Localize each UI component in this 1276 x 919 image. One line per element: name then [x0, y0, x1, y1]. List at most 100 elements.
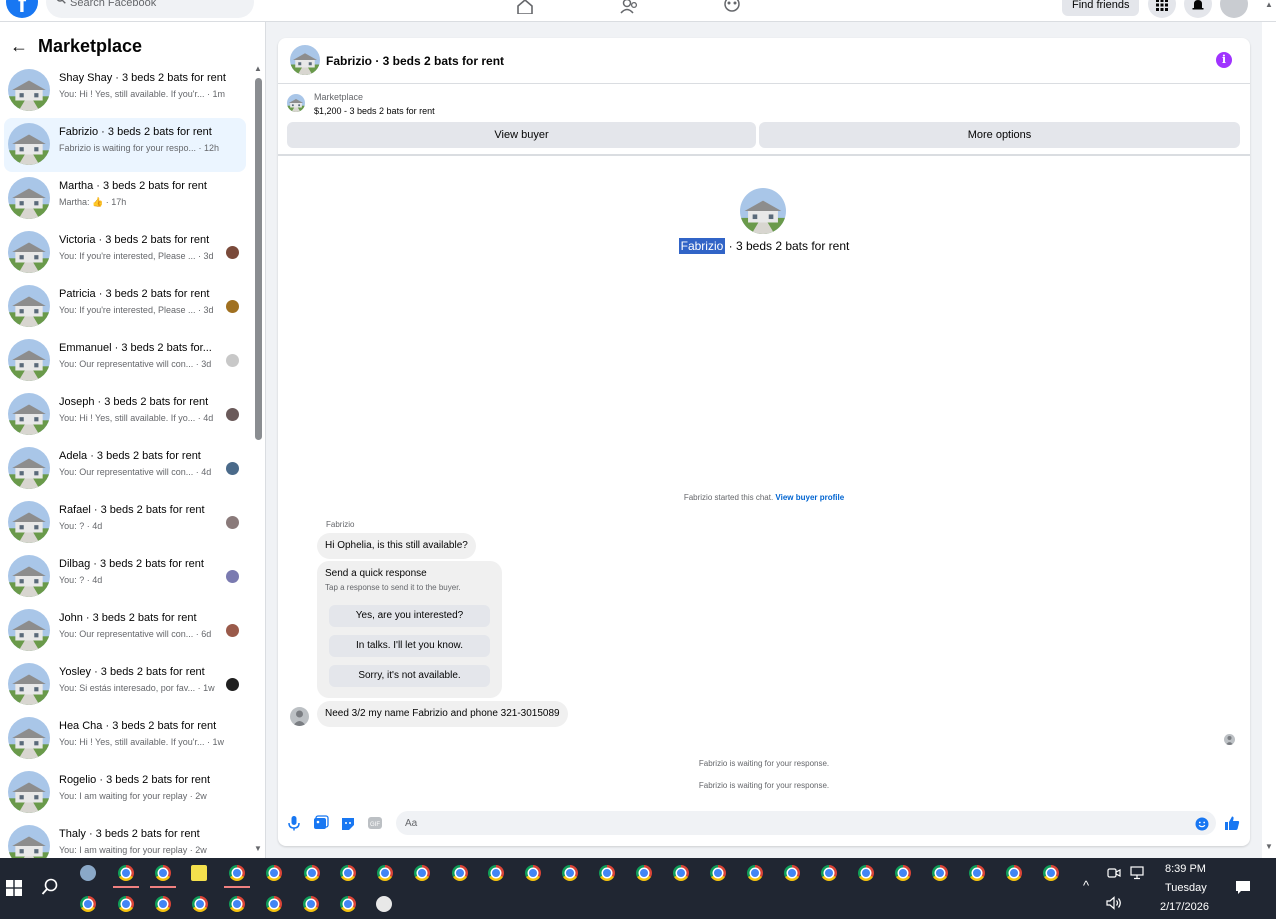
conversation-item[interactable]: John · 3 beds 2 bats for rent You: Our re…	[4, 604, 246, 658]
chrome-app-icon[interactable]	[266, 865, 282, 881]
conversation-name: Rogelio · 3 beds 2 bats for rent	[59, 774, 211, 786]
find-friends-button[interactable]: Find friends	[1062, 0, 1140, 16]
network-icon[interactable]	[1130, 866, 1146, 880]
scroll-thumb[interactable]	[255, 78, 262, 440]
page-scrollbar[interactable]: ▲ ▼	[1262, 0, 1276, 858]
listing-banner: Marketplace $1,200 - 3 beds 2 bats for r…	[278, 86, 1250, 156]
chrome-app-icon[interactable]	[969, 865, 985, 881]
chrome-app-icon[interactable]	[932, 865, 948, 881]
chrome-app-icon[interactable]	[229, 896, 245, 912]
quick-reply-interested[interactable]: Yes, are you interested?	[329, 605, 490, 627]
more-options-button[interactable]: More options	[759, 122, 1240, 148]
chrome-app-icon[interactable]	[710, 865, 726, 881]
chrome-app-icon[interactable]	[895, 865, 911, 881]
conversation-item[interactable]: Joseph · 3 beds 2 bats for rent You: Hi !…	[4, 388, 246, 442]
thumbs-up-icon[interactable]	[1224, 815, 1240, 831]
steam-app-icon[interactable]	[376, 896, 392, 912]
message-input[interactable]: Aa	[396, 811, 1216, 835]
conversation-item[interactable]: Rafael · 3 beds 2 bats for rent You: ? · …	[4, 496, 246, 550]
chrome-app-icon[interactable]	[266, 896, 282, 912]
chrome-app-icon[interactable]	[80, 896, 96, 912]
chrome-app-icon[interactable]	[229, 865, 245, 881]
chrome-app-icon[interactable]	[192, 896, 208, 912]
chrome-app-icon[interactable]	[303, 896, 319, 912]
chrome-app-icon[interactable]	[414, 865, 430, 881]
conversation-item[interactable]: Shay Shay · 3 beds 2 bats for rent You: H…	[4, 64, 246, 118]
person-icon	[293, 710, 306, 726]
notifications-button[interactable]	[1184, 0, 1212, 18]
app-icon[interactable]	[80, 865, 96, 881]
conversation-item[interactable]: Dilbag · 3 beds 2 bats for rent You: ? · …	[4, 550, 246, 604]
gif-icon[interactable]: GIF	[367, 815, 383, 831]
sticker-icon[interactable]	[340, 815, 356, 831]
chrome-app-icon[interactable]	[488, 865, 504, 881]
groups-icon[interactable]	[722, 0, 742, 14]
page-scroll-down-icon[interactable]: ▼	[1265, 842, 1273, 851]
listing-price[interactable]: $1,200 - 3 beds 2 bats for rent	[314, 106, 435, 116]
clock-time[interactable]: 8:39 PM	[1165, 863, 1206, 875]
info-icon[interactable]: i	[1216, 52, 1232, 68]
menu-grid-button[interactable]	[1148, 0, 1176, 18]
conversation-item[interactable]: Martha · 3 beds 2 bats for rent Martha: 👍…	[4, 172, 246, 226]
chrome-app-icon[interactable]	[155, 896, 171, 912]
conversation-item[interactable]: Patricia · 3 beds 2 bats for rent You: If…	[4, 280, 246, 334]
sender-avatar[interactable]	[290, 707, 309, 726]
chrome-app-icon[interactable]	[118, 865, 134, 881]
view-buyer-button[interactable]: View buyer	[287, 122, 756, 148]
account-avatar[interactable]	[1220, 0, 1248, 18]
chrome-app-icon[interactable]	[377, 865, 393, 881]
search-input[interactable]: Search Facebook	[46, 0, 254, 18]
conversation-item[interactable]: Fabrizio · 3 beds 2 bats for rent Fabrizi…	[4, 118, 246, 172]
notepad-app-icon[interactable]	[191, 865, 207, 881]
sidebar-scrollbar[interactable]: ▲ ▼	[254, 64, 262, 853]
chat-title[interactable]: Fabrizio · 3 beds 2 bats for rent	[326, 54, 504, 68]
chrome-app-icon[interactable]	[340, 865, 356, 881]
conversation-item[interactable]: Thaly · 3 beds 2 bats for rent You: I am …	[4, 820, 246, 858]
chrome-app-icon[interactable]	[747, 865, 763, 881]
microphone-icon[interactable]	[286, 815, 302, 831]
scroll-up-icon[interactable]: ▲	[254, 64, 262, 73]
clock-day[interactable]: Tuesday	[1165, 882, 1207, 894]
emoji-icon[interactable]	[1195, 817, 1209, 831]
listing-thumbnail[interactable]	[287, 94, 305, 112]
chrome-app-icon[interactable]	[304, 865, 320, 881]
chrome-app-icon[interactable]	[452, 865, 468, 881]
photo-icon[interactable]	[313, 815, 329, 831]
meet-now-icon[interactable]	[1107, 866, 1121, 880]
chrome-app-icon[interactable]	[1043, 865, 1059, 881]
facebook-logo[interactable]: f	[6, 0, 38, 18]
clock-date[interactable]: 2/17/2026	[1160, 901, 1209, 913]
page-scroll-up-icon[interactable]: ▲	[1265, 0, 1273, 9]
friends-icon[interactable]	[619, 0, 639, 14]
chrome-app-icon[interactable]	[340, 896, 356, 912]
conversation-item[interactable]: Hea Cha · 3 beds 2 bats for rent You: Hi …	[4, 712, 246, 766]
conversation-item[interactable]: Adela · 3 beds 2 bats for rent You: Our r…	[4, 442, 246, 496]
chrome-app-icon[interactable]	[562, 865, 578, 881]
chrome-app-icon[interactable]	[155, 865, 171, 881]
chrome-app-icon[interactable]	[784, 865, 800, 881]
quick-reply-in-talks[interactable]: In talks. I'll let you know.	[329, 635, 490, 657]
chrome-app-icon[interactable]	[858, 865, 874, 881]
volume-icon[interactable]	[1106, 896, 1122, 910]
conversation-item[interactable]: Emmanuel · 3 beds 2 bats for... You: Our …	[4, 334, 246, 388]
taskbar-search-icon[interactable]	[41, 878, 59, 896]
home-icon[interactable]	[515, 0, 535, 14]
tray-chevron-icon[interactable]: ^	[1083, 878, 1089, 893]
conversation-item[interactable]: Victoria · 3 beds 2 bats for rent You: If…	[4, 226, 246, 280]
chrome-app-icon[interactable]	[1006, 865, 1022, 881]
chrome-app-icon[interactable]	[118, 896, 134, 912]
chrome-app-icon[interactable]	[636, 865, 652, 881]
chrome-app-icon[interactable]	[599, 865, 615, 881]
chrome-app-icon[interactable]	[525, 865, 541, 881]
back-arrow-icon[interactable]: ←	[10, 36, 32, 57]
conversation-item[interactable]: Rogelio · 3 beds 2 bats for rent You: I a…	[4, 766, 246, 820]
view-buyer-profile-link[interactable]: View buyer profile	[775, 493, 844, 502]
conversation-item[interactable]: Yosley · 3 beds 2 bats for rent You: Si e…	[4, 658, 246, 712]
scroll-down-icon[interactable]: ▼	[254, 844, 262, 853]
windows-start-icon[interactable]	[6, 880, 22, 896]
notification-center-icon[interactable]	[1235, 880, 1251, 896]
chrome-app-icon[interactable]	[673, 865, 689, 881]
chat-header-avatar[interactable]	[290, 45, 320, 75]
quick-reply-not-available[interactable]: Sorry, it's not available.	[329, 665, 490, 687]
chrome-app-icon[interactable]	[821, 865, 837, 881]
